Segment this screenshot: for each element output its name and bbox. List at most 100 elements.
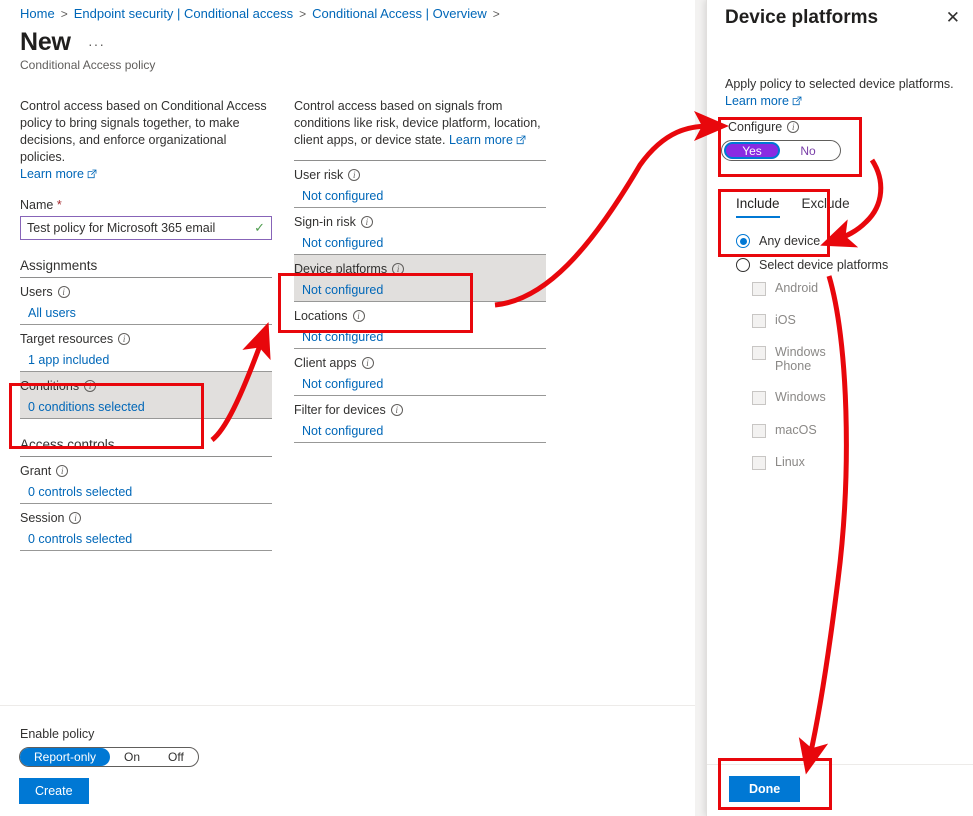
locations-label: Locations — [294, 309, 348, 323]
name-input-wrapper: ✓ — [20, 216, 272, 240]
breadcrumb: Home > Endpoint security | Conditional a… — [20, 6, 500, 21]
checkbox-row-android[interactable]: Android — [752, 281, 818, 296]
name-field-label: Name * — [20, 198, 272, 212]
breadcrumb-item-endpoint-security[interactable]: Endpoint security | Conditional access — [74, 6, 293, 21]
learn-more-link[interactable]: Learn more — [725, 94, 802, 108]
info-icon[interactable]: i — [348, 169, 361, 181]
access-controls-section-header: Access controls — [20, 437, 115, 452]
radio-select-device-platforms[interactable]: Select device platforms — [736, 258, 888, 272]
include-exclude-tabs: Include Exclude — [736, 196, 850, 218]
tab-exclude[interactable]: Exclude — [802, 196, 850, 218]
checkbox-icon[interactable] — [752, 314, 766, 328]
row-label: Client apps i — [294, 356, 546, 370]
enable-policy-option-off[interactable]: Off — [154, 748, 198, 766]
policy-name-input[interactable] — [20, 216, 272, 240]
checkbox-icon[interactable] — [752, 424, 766, 438]
checkbox-row-linux[interactable]: Linux — [752, 455, 805, 470]
sign-in-risk-value-link[interactable]: Not configured — [302, 236, 546, 250]
divider — [294, 254, 546, 255]
client-apps-label: Client apps — [294, 356, 357, 370]
checkbox-row-ios[interactable]: iOS — [752, 313, 796, 328]
target-resources-value-link[interactable]: 1 app included — [28, 353, 272, 367]
learn-more-link[interactable]: Learn more — [449, 133, 526, 147]
create-button[interactable]: Create — [19, 778, 89, 804]
learn-more-label: Learn more — [725, 94, 789, 108]
users-value-link[interactable]: All users — [28, 306, 272, 320]
conditions-intro: Control access based on signals from con… — [294, 98, 546, 150]
checkbox-row-macos[interactable]: macOS — [752, 423, 817, 438]
info-icon[interactable]: i — [57, 286, 70, 298]
close-icon[interactable]: ✕ — [946, 9, 960, 26]
row-label: User risk i — [294, 168, 546, 182]
done-button[interactable]: Done — [729, 776, 801, 802]
configure-toggle-yes[interactable]: Yes — [724, 142, 780, 159]
checkbox-icon[interactable] — [752, 346, 766, 360]
enable-policy-option-report-only[interactable]: Report-only — [20, 748, 111, 766]
checkbox-icon[interactable] — [752, 282, 766, 296]
grant-value-link[interactable]: 0 controls selected — [28, 485, 272, 499]
row-label: Target resources i — [20, 332, 272, 346]
condition-row-filter-for-devices[interactable]: Filter for devices i Not configured — [294, 396, 546, 442]
breadcrumb-item-conditional-access-overview[interactable]: Conditional Access | Overview — [312, 6, 487, 21]
radio-button-icon[interactable] — [736, 234, 750, 248]
checkbox-label-linux: Linux — [775, 455, 805, 469]
checkbox-label-windows: Windows — [775, 390, 826, 404]
screenshot-root: Home > Endpoint security | Conditional a… — [0, 0, 973, 816]
info-icon[interactable]: i — [361, 357, 374, 369]
conditions-value-link[interactable]: 0 conditions selected — [28, 400, 272, 414]
user-risk-value-link[interactable]: Not configured — [302, 189, 546, 203]
checkbox-label-macos: macOS — [775, 423, 817, 437]
row-label: Locations i — [294, 309, 546, 323]
locations-value-link[interactable]: Not configured — [302, 330, 546, 344]
divider — [294, 301, 546, 302]
device-platforms-value-link[interactable]: Not configured — [302, 283, 546, 297]
breadcrumb-separator: > — [60, 6, 68, 21]
radio-button-icon[interactable] — [736, 258, 750, 272]
access-row-grant[interactable]: Grant i 0 controls selected — [20, 457, 272, 503]
info-icon[interactable]: i — [69, 512, 82, 524]
tab-include[interactable]: Include — [736, 196, 780, 218]
divider — [294, 160, 546, 161]
checkbox-icon[interactable] — [752, 456, 766, 470]
breadcrumb-item-home[interactable]: Home — [20, 6, 55, 21]
info-icon[interactable]: i — [352, 310, 365, 322]
sign-in-risk-label: Sign-in risk — [294, 215, 356, 229]
condition-row-locations[interactable]: Locations i Not configured — [294, 302, 546, 348]
condition-row-user-risk[interactable]: User risk i Not configured — [294, 161, 546, 207]
info-icon[interactable]: i — [390, 404, 403, 416]
info-icon[interactable]: i — [360, 216, 373, 228]
radio-any-device[interactable]: Any device — [736, 234, 820, 248]
info-icon[interactable]: i — [392, 263, 405, 275]
row-label: Filter for devices i — [294, 403, 546, 417]
enable-policy-option-on[interactable]: On — [110, 748, 154, 766]
target-resources-label: Target resources — [20, 332, 114, 346]
access-row-session[interactable]: Session i 0 controls selected — [20, 504, 272, 550]
row-label: Grant i — [20, 464, 272, 478]
row-label: Users i — [20, 285, 272, 299]
checkbox-row-windows[interactable]: Windows — [752, 390, 826, 405]
users-label: Users — [20, 285, 53, 299]
info-icon[interactable]: i — [787, 121, 800, 133]
radio-select-device-platforms-label: Select device platforms — [759, 258, 889, 272]
session-value-link[interactable]: 0 controls selected — [28, 532, 272, 546]
condition-row-sign-in-risk[interactable]: Sign-in risk i Not configured — [294, 208, 546, 254]
checkbox-label-android: Android — [775, 281, 819, 295]
filter-for-devices-value-link[interactable]: Not configured — [302, 424, 546, 438]
condition-row-device-platforms[interactable]: Device platforms i Not configured — [294, 255, 546, 301]
condition-row-client-apps[interactable]: Client apps i Not configured — [294, 349, 546, 395]
assignment-row-users[interactable]: Users i All users — [20, 278, 272, 324]
client-apps-value-link[interactable]: Not configured — [302, 377, 546, 391]
checkbox-icon[interactable] — [752, 391, 766, 405]
checkbox-row-windows-phone[interactable]: Windows Phone — [752, 345, 826, 373]
assignment-row-target-resources[interactable]: Target resources i 1 app included — [20, 325, 272, 371]
assignment-row-conditions[interactable]: Conditions i 0 conditions selected — [20, 372, 272, 418]
device-platforms-panel: Device platforms ✕ Apply policy to selec… — [706, 0, 973, 816]
learn-more-link[interactable]: Learn more — [20, 167, 97, 181]
configure-toggle[interactable]: Yes No — [721, 140, 841, 161]
configure-toggle-no[interactable]: No — [780, 142, 836, 159]
info-icon[interactable]: i — [84, 380, 97, 392]
enable-policy-choice-group[interactable]: Report-only On Off — [19, 747, 199, 767]
info-icon[interactable]: i — [56, 465, 69, 477]
info-icon[interactable]: i — [118, 333, 131, 345]
more-options-icon[interactable]: ··· — [88, 36, 105, 52]
